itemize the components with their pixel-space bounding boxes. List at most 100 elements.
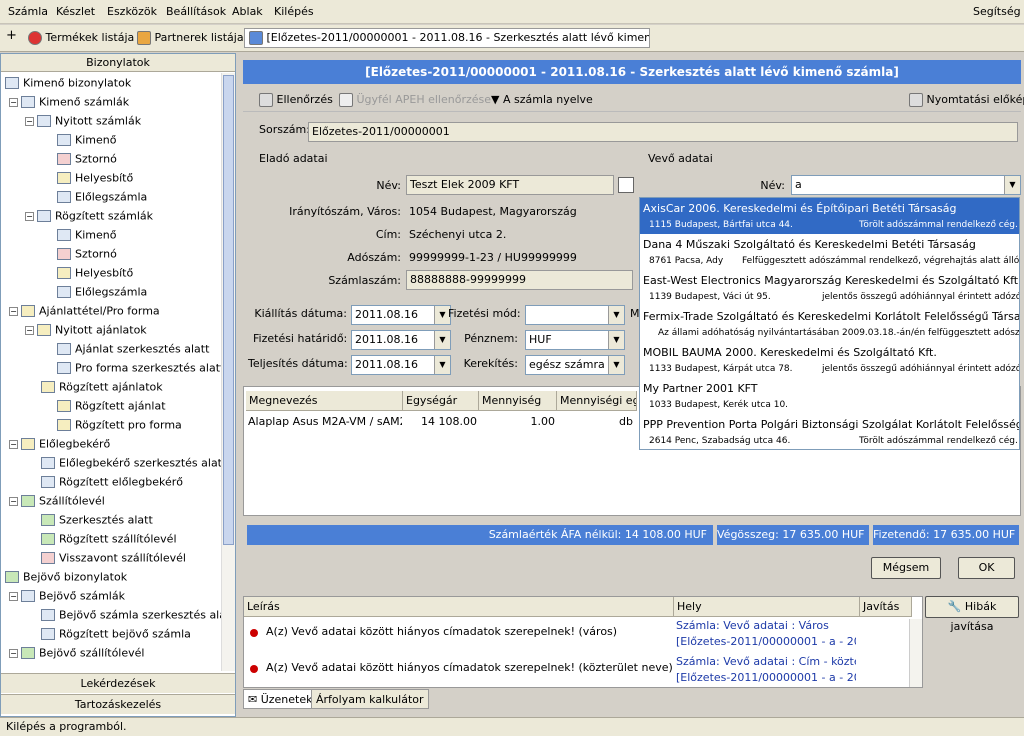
partners-button[interactable]: Partnerek listája	[137, 31, 244, 45]
payment-method-label: Fizetési mód:	[448, 307, 521, 320]
dropdown-item[interactable]: Fermix-Trade Szolgáltató és Kereskedelmi…	[640, 306, 1019, 342]
menu-szamla[interactable]: Számla	[8, 5, 48, 18]
cancel-button[interactable]: Mégsem	[871, 557, 941, 579]
tree-node[interactable]: Kimenő	[57, 130, 116, 149]
tab-messages[interactable]: ✉ Üzenetek	[243, 689, 318, 709]
language-button[interactable]: ▼ A számla nyelve	[491, 93, 593, 106]
col-unit-price[interactable]: Egységár	[403, 391, 479, 411]
tree-node[interactable]: Bejövő számla szerkesztés alatt	[41, 605, 221, 624]
issue-date-field[interactable]: 2011.08.16 ▼	[351, 305, 451, 325]
serial-field: Előzetes-2011/00000001	[308, 122, 1018, 142]
rounding-select[interactable]: egész számra ▼	[525, 355, 625, 375]
message-location[interactable]: Számla: Vevő adatai : Város	[676, 619, 829, 632]
tab-exchange-calculator[interactable]: Árfolyam kalkulátor	[311, 689, 429, 709]
message-row[interactable]: A(z) Vevő adatai között hiányos címadato…	[244, 619, 910, 653]
add-icon[interactable]: +	[6, 28, 17, 43]
cell-quantity[interactable]: 1.00	[479, 412, 556, 432]
tree-node[interactable]: Rögzített bejövő számla	[41, 624, 191, 643]
tree-node[interactable]: − Kimenő számlák	[9, 92, 129, 111]
tree-node[interactable]: Rögzített ajánlatok	[41, 377, 163, 396]
seller-name-label: Név:	[376, 179, 401, 192]
tree-node[interactable]: Előlegszámla	[57, 282, 147, 301]
chevron-down-icon[interactable]: ▼	[608, 356, 624, 374]
performance-date-field[interactable]: 2011.08.16 ▼	[351, 355, 451, 375]
message-location-doc[interactable]: [Előzetes-2011/00000001 - a - 2011.0	[676, 635, 856, 648]
dropdown-item[interactable]: East-West Electronics Magyarország Keres…	[640, 270, 1019, 306]
tree-node[interactable]: Rögzített szállítólevél	[41, 529, 177, 548]
menu-beallitasok[interactable]: Beállítások	[166, 5, 226, 18]
dropdown-item[interactable]: PPP Prevention Porta Polgári Biztonsági …	[640, 414, 1019, 449]
tree-node[interactable]: Kimenő bizonylatok	[5, 73, 131, 92]
msg-col-location[interactable]: Hely	[674, 597, 860, 617]
col-quantity[interactable]: Mennyiség	[479, 391, 557, 411]
apeh-icon	[339, 93, 353, 107]
tree-node[interactable]: Ajánlat szerkesztés alatt	[57, 339, 209, 358]
tree-node[interactable]: − Bejövő szállítólevél	[9, 643, 144, 662]
cell-unit[interactable]: db	[557, 412, 633, 432]
payment-method-select[interactable]: ▼	[525, 305, 625, 325]
tree-node[interactable]: Helyesbítő	[57, 263, 133, 282]
tree-node[interactable]: − Rögzített számlák	[25, 206, 153, 225]
fix-errors-button[interactable]: 🔧 Hibák javítása	[925, 596, 1019, 633]
edit-icon[interactable]	[618, 177, 634, 193]
tree-node[interactable]: Előlegszámla	[57, 187, 147, 206]
ok-button[interactable]: OK	[958, 557, 1015, 579]
message-location-doc[interactable]: [Előzetes-2011/00000001 - a - 2011.0	[676, 671, 856, 684]
tree-node[interactable]: − Nyitott számlák	[25, 111, 141, 130]
dropdown-item[interactable]: My Partner 2001 KFT 1033 Budapest, Kerék …	[640, 378, 1019, 414]
tree-node[interactable]: Helyesbítő	[57, 168, 133, 187]
chevron-down-icon[interactable]: ▼	[608, 331, 624, 349]
window-tab[interactable]: [Előzetes-2011/00000001 - 2011.08.16 - S…	[244, 28, 650, 48]
col-name[interactable]: Megnevezés	[246, 391, 403, 411]
menu-kilepes[interactable]: Kilépés	[274, 5, 314, 18]
debt-management-button[interactable]: Tartozáskezelés	[1, 694, 235, 714]
tree-node[interactable]: − Bejövő számlák	[9, 586, 125, 605]
check-button[interactable]: Ellenőrzés	[259, 93, 333, 107]
queries-button[interactable]: Lekérdezések	[1, 673, 235, 693]
tree-node[interactable]: − Ajánlattétel/Pro forma	[9, 301, 160, 320]
menu-keszlet[interactable]: Készlet	[56, 5, 95, 18]
col-unit[interactable]: Mennyiségi egy	[557, 391, 637, 411]
tree-node[interactable]: Pro forma szerkesztés alatt	[57, 358, 221, 377]
print-preview-button[interactable]: Nyomtatási előkép	[909, 93, 1024, 107]
tree-node[interactable]: Rögzített ajánlat	[57, 396, 166, 415]
cell-name[interactable]: Alaplap Asus M2A-VM / sAM2 , A	[248, 412, 402, 432]
due-date-field[interactable]: 2011.08.16 ▼	[351, 330, 451, 350]
messages-scrollbar[interactable]	[909, 619, 922, 687]
msg-col-description[interactable]: Leírás	[244, 597, 674, 617]
tree-node[interactable]: − Szállítólevél	[9, 491, 105, 510]
currency-select[interactable]: HUF ▼	[525, 330, 625, 350]
dropdown-item[interactable]: MOBIL BAUMA 2000. Kereskedelmi és Szolgá…	[640, 342, 1019, 378]
scroll-thumb[interactable]	[223, 75, 234, 545]
tree-node[interactable]: Sztornó	[57, 149, 117, 168]
dropdown-item[interactable]: Dana 4 Műszaki Szolgáltató és Kereskedel…	[640, 234, 1019, 270]
apeh-check-button[interactable]: Ügyfél APEH ellenőrzése	[339, 93, 491, 107]
tree-node[interactable]: Kimenő	[57, 225, 116, 244]
tree-node[interactable]: Sztornó	[57, 244, 117, 263]
products-button[interactable]: Termékek listája	[28, 31, 134, 45]
tree-node[interactable]: Visszavont szállítólevél	[41, 548, 186, 567]
buyer-name-combo[interactable]: a ▼	[791, 175, 1021, 195]
tree-node[interactable]: Előlegbekérő szerkesztés alatt	[41, 453, 221, 472]
chevron-down-icon[interactable]: ▼	[1004, 176, 1020, 194]
tree-node[interactable]: Rögzített pro forma	[57, 415, 182, 434]
buyer-name-value: a	[795, 178, 802, 191]
tree-node[interactable]: Bejövő bizonylatok	[5, 567, 127, 586]
menu-ablak[interactable]: Ablak	[232, 5, 263, 18]
tree-node[interactable]: Szerkesztés alatt	[41, 510, 153, 529]
performance-date-value: 2011.08.16	[355, 358, 418, 371]
menu-help[interactable]: Segítség	[973, 5, 1021, 18]
buyer-dropdown[interactable]: AxisCar 2006. Kereskedelmi és Építőipari…	[639, 197, 1020, 450]
chevron-down-icon[interactable]: ▼	[608, 306, 624, 324]
dropdown-item[interactable]: AxisCar 2006. Kereskedelmi és Építőipari…	[640, 198, 1019, 234]
tree-node[interactable]: − Nyitott ajánlatok	[25, 320, 147, 339]
message-row[interactable]: A(z) Vevő adatai között hiányos címadato…	[244, 655, 910, 689]
message-location[interactable]: Számla: Vevő adatai : Cím - közterület	[676, 655, 856, 668]
tree-node[interactable]: − Előlegbekérő	[9, 434, 110, 453]
toolbar: + Termékek listája Partnerek listája [El…	[0, 25, 1024, 52]
tree-node[interactable]: Rögzített előlegbekérő	[41, 472, 183, 491]
tree-scrollbar[interactable]	[221, 73, 235, 671]
cell-unit-price[interactable]: 14 108.00	[403, 412, 477, 432]
menu-eszkozok[interactable]: Eszközök	[107, 5, 157, 18]
msg-col-fix[interactable]: Javítás	[860, 597, 912, 617]
